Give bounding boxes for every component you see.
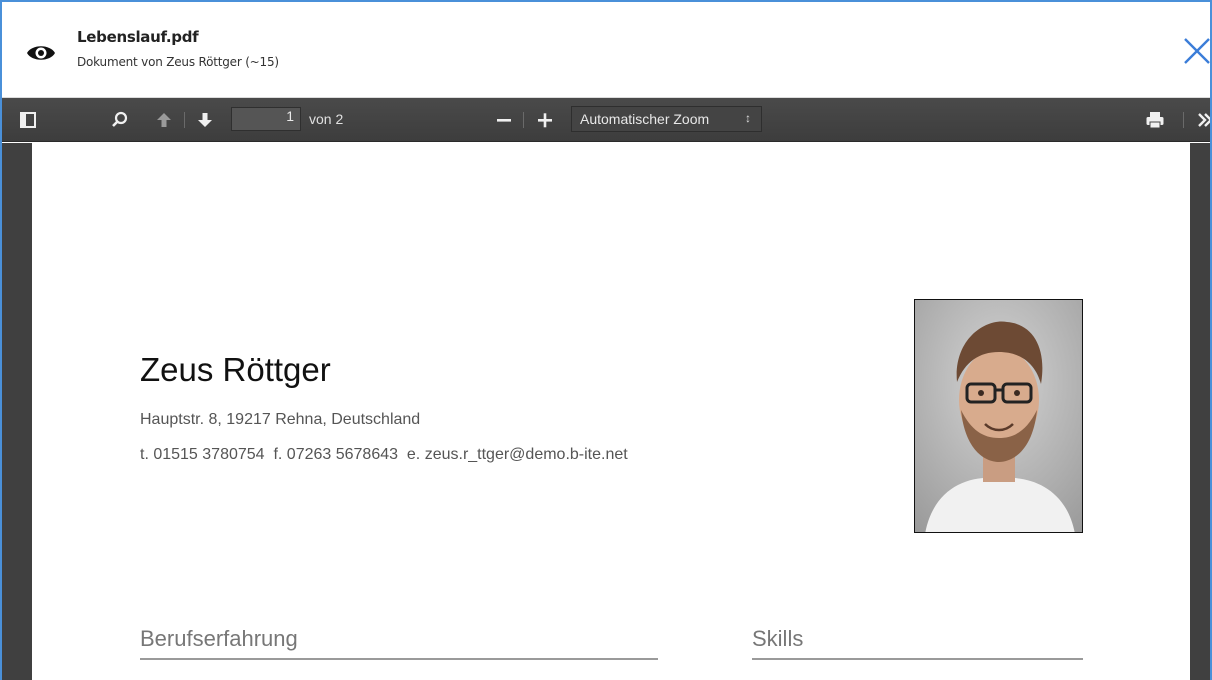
zoom-in-icon[interactable] bbox=[535, 110, 555, 130]
section-title-skills: Skills bbox=[752, 626, 804, 651]
pdf-preview-dialog: Lebenslauf.pdf Dokument von Zeus Röttger… bbox=[0, 0, 1212, 680]
select-caret-icon: ↕ bbox=[745, 111, 751, 125]
previous-page-icon[interactable] bbox=[154, 110, 174, 130]
print-icon[interactable] bbox=[1145, 110, 1165, 130]
toolbar-separator bbox=[523, 112, 524, 128]
document-viewer[interactable]: Zeus Röttger Hauptstr. 8, 19217 Rehna, D… bbox=[2, 143, 1210, 680]
file-subtitle: Dokument von Zeus Röttger (~15) bbox=[77, 55, 279, 69]
candidate-contact: t. 01515 3780754 f. 07263 5678643 e. zeu… bbox=[140, 446, 628, 463]
pdf-page: Zeus Röttger Hauptstr. 8, 19217 Rehna, D… bbox=[32, 143, 1190, 680]
file-title: Lebenslauf.pdf bbox=[77, 28, 199, 46]
more-tools-icon[interactable] bbox=[1196, 110, 1212, 130]
section-title-experience: Berufserfahrung bbox=[140, 626, 298, 651]
dialog-header: Lebenslauf.pdf Dokument von Zeus Röttger… bbox=[2, 2, 1212, 98]
candidate-address: Hauptstr. 8, 19217 Rehna, Deutschland bbox=[140, 411, 421, 428]
close-icon[interactable] bbox=[1182, 36, 1212, 66]
section-divider bbox=[752, 658, 1083, 660]
next-page-icon[interactable] bbox=[195, 110, 215, 130]
zoom-select-value: Automatischer Zoom bbox=[580, 111, 710, 127]
zoom-out-icon[interactable] bbox=[494, 110, 514, 130]
candidate-name: Zeus Röttger bbox=[140, 351, 331, 388]
search-icon[interactable] bbox=[110, 110, 130, 130]
page-count-label: von 2 bbox=[309, 111, 344, 127]
toolbar-separator bbox=[1183, 112, 1184, 128]
zoom-select[interactable]: Automatischer Zoom ↕ bbox=[571, 106, 762, 132]
pdf-toolbar: 1 von 2 Automatischer Zoom ↕ bbox=[2, 98, 1212, 142]
section-divider bbox=[140, 658, 658, 660]
page-number-input[interactable]: 1 bbox=[231, 107, 301, 131]
sidebar-toggle-icon[interactable] bbox=[18, 110, 38, 130]
toolbar-separator bbox=[184, 112, 185, 128]
profile-photo-image bbox=[915, 300, 1082, 532]
eye-icon bbox=[27, 46, 55, 60]
profile-photo bbox=[914, 299, 1083, 533]
